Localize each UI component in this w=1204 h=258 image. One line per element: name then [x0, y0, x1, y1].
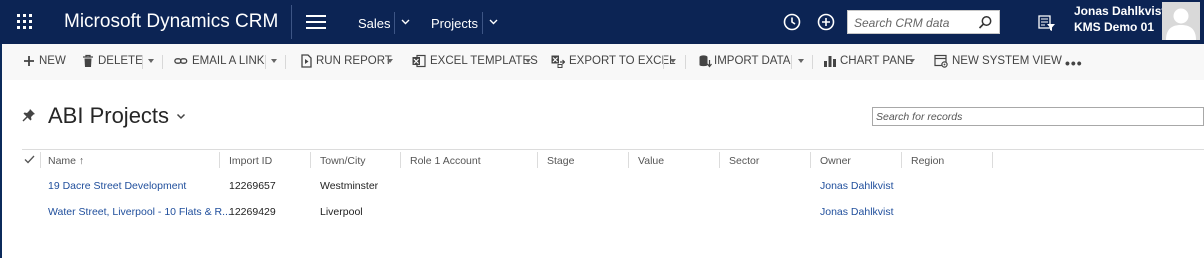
search-icon[interactable]	[978, 15, 993, 30]
select-all-checkmark-icon[interactable]	[24, 155, 35, 164]
row-1-import-id: 12269657	[229, 180, 276, 192]
email-link-dropdown-icon[interactable]	[271, 59, 277, 63]
column-header-value[interactable]: Value	[638, 155, 664, 167]
org-name[interactable]: KMS Demo 01	[1074, 20, 1154, 34]
delete-dropdown-icon[interactable]	[148, 59, 154, 63]
create-plus-icon[interactable]	[815, 11, 837, 33]
import-data-dropdown-icon[interactable]	[798, 59, 804, 63]
system-view-icon	[934, 54, 948, 68]
view-selector-chevron-icon[interactable]	[176, 113, 186, 120]
row-2-owner-link[interactable]: Jonas Dahlkvist	[820, 206, 894, 218]
plus-icon	[24, 56, 34, 66]
run-report-button[interactable]: RUN REPORT	[316, 55, 392, 67]
view-title[interactable]: ABI Projects	[48, 103, 169, 129]
row-1-town: Westminster	[320, 180, 379, 192]
row-1-name-link[interactable]: 19 Dacre Street Development	[48, 180, 186, 192]
crm-search-input[interactable]	[854, 15, 979, 30]
hamburger-menu-icon[interactable]	[306, 15, 326, 29]
excel-icon	[412, 54, 426, 68]
more-commands-button[interactable]: •••	[1065, 55, 1083, 71]
report-icon	[301, 54, 312, 68]
export-to-excel-button[interactable]: EXPORT TO EXCEL	[569, 55, 676, 67]
new-button[interactable]: NEW	[39, 55, 66, 67]
column-header-owner[interactable]: Owner	[820, 155, 851, 167]
chart-pane-dropdown-icon[interactable]	[909, 59, 915, 63]
row-2-name-link[interactable]: Water Street, Liverpool - 10 Flats & R..…	[48, 206, 231, 218]
user-name[interactable]: Jonas Dahlkvist	[1074, 4, 1165, 18]
command-bar: NEW DELETE EMAIL A LINK RUN REPORT EXCEL…	[2, 44, 1204, 80]
link-icon	[174, 58, 188, 64]
pin-icon[interactable]	[22, 108, 36, 122]
row-2-town: Liverpool	[320, 206, 363, 218]
row-1-owner-link[interactable]: Jonas Dahlkvist	[820, 180, 894, 192]
nav-area-sales[interactable]: Sales	[358, 16, 391, 31]
top-nav-bar: Microsoft Dynamics CRM Sales Projects Jo…	[0, 0, 1204, 44]
bar-chart-icon	[824, 56, 836, 67]
app-launcher-icon[interactable]	[17, 14, 33, 30]
area-chevron-down-icon[interactable]	[394, 12, 416, 34]
column-header-region[interactable]: Region	[911, 155, 944, 167]
excel-templates-button[interactable]: EXCEL TEMPLATES	[430, 55, 538, 67]
app-brand[interactable]: Microsoft Dynamics CRM	[64, 11, 278, 33]
grid-top-border	[22, 149, 1204, 150]
import-data-button[interactable]: IMPORT DATA	[714, 55, 790, 67]
entity-chevron-down-icon[interactable]	[482, 12, 504, 34]
column-header-sector[interactable]: Sector	[729, 155, 759, 167]
advanced-find-icon[interactable]	[1036, 12, 1058, 34]
email-link-button[interactable]: EMAIL A LINK	[192, 55, 264, 67]
chart-pane-button[interactable]: CHART PANE	[840, 55, 913, 67]
new-system-view-button[interactable]: NEW SYSTEM VIEW	[952, 55, 1062, 67]
crm-search-box	[847, 10, 1000, 34]
delete-button[interactable]: DELETE	[98, 55, 143, 67]
row-2-import-id: 12269429	[229, 206, 276, 218]
column-header-stage[interactable]: Stage	[547, 155, 574, 167]
export-dropdown-icon[interactable]	[670, 59, 676, 63]
column-header-town-city[interactable]: Town/City	[320, 155, 366, 167]
column-header-import-id[interactable]: Import ID	[229, 155, 272, 167]
record-search-box	[872, 107, 1204, 126]
excel-templates-dropdown-icon[interactable]	[525, 59, 531, 63]
nav-entity-projects[interactable]: Projects	[431, 16, 478, 31]
user-avatar[interactable]	[1162, 2, 1200, 40]
record-search-input[interactable]	[876, 110, 1196, 124]
trash-icon	[83, 54, 93, 67]
column-header-role-1-account[interactable]: Role 1 Account	[410, 155, 481, 167]
recent-clock-icon[interactable]	[781, 11, 803, 33]
column-header-name[interactable]: Name ↑	[48, 155, 84, 167]
nav-divider	[291, 5, 292, 39]
run-report-dropdown-icon[interactable]	[387, 59, 393, 63]
import-database-icon	[699, 55, 712, 68]
export-excel-icon	[551, 55, 565, 68]
